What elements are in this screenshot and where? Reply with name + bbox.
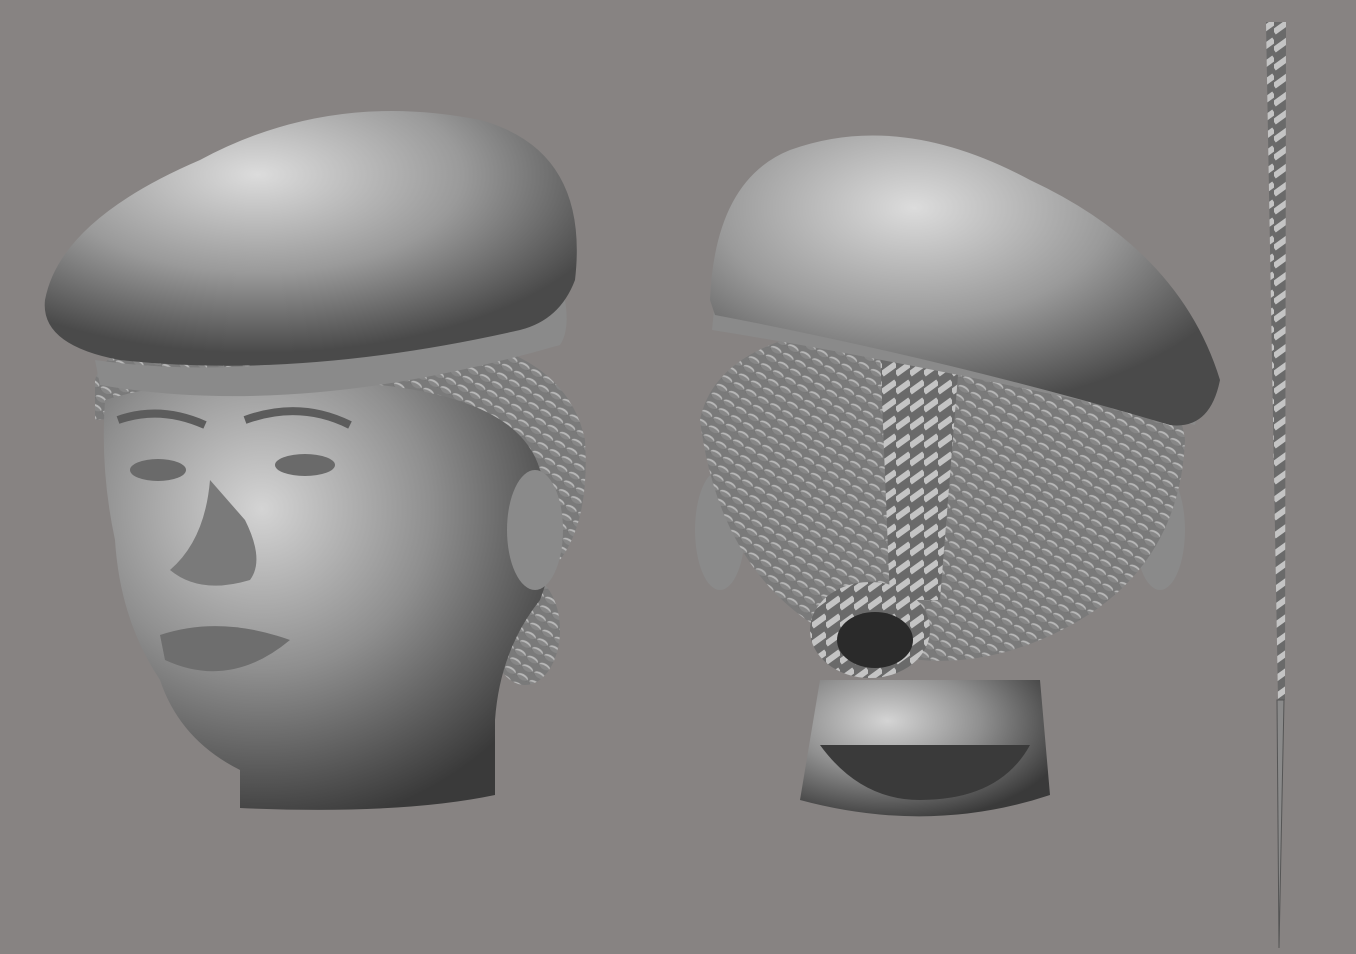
front-face <box>103 380 555 810</box>
front-ear <box>507 470 563 590</box>
single-braid-sculpt <box>1266 22 1286 949</box>
front-left-eye <box>130 459 186 481</box>
front-right-eye <box>275 454 335 476</box>
front-head-sculpt <box>44 111 586 810</box>
braid-twisted-strand <box>1266 22 1286 700</box>
back-bun-hole <box>837 612 913 668</box>
back-head-sculpt <box>695 135 1220 817</box>
braid-tapered-tail <box>1276 699 1285 949</box>
front-beret <box>44 111 577 366</box>
sculpt-render-canvas <box>44 22 1286 949</box>
